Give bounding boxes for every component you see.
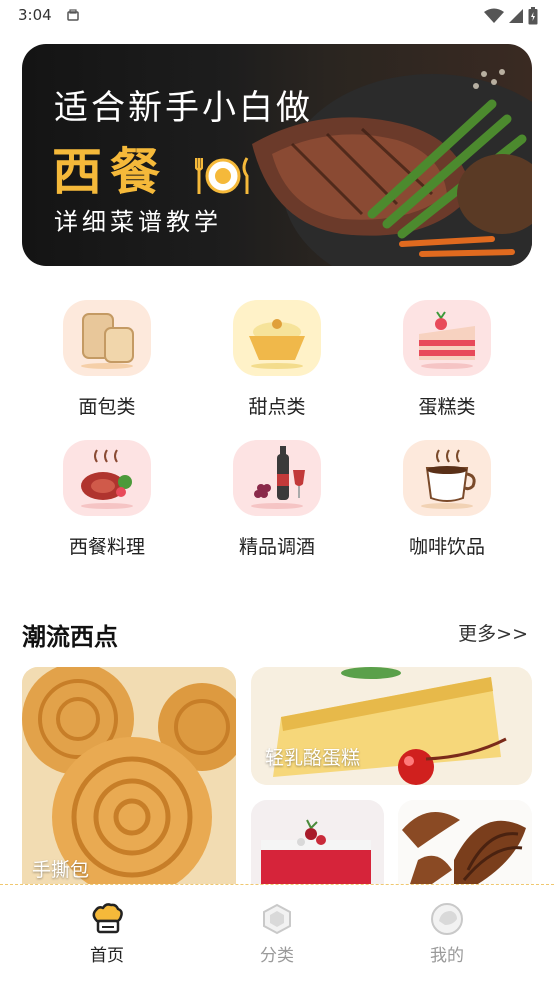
category-dessert[interactable]: 甜点类 — [192, 296, 362, 426]
more-link[interactable]: 更多>> — [458, 619, 528, 646]
tab-label: 分类 — [260, 946, 294, 966]
category-label: 咖啡饮品 — [408, 536, 485, 558]
tab-category[interactable]: 分类 — [217, 885, 337, 985]
notification-icon — [66, 8, 80, 27]
profile-icon — [431, 903, 463, 935]
wifi-icon — [484, 8, 504, 28]
category-coffee[interactable]: 咖啡饮品 — [362, 436, 532, 566]
category-western[interactable]: 西餐料理 — [22, 436, 192, 566]
card-label: 手撕包 — [32, 859, 90, 881]
bottom-tab-bar: 首页 分类 我的 — [0, 884, 554, 984]
section-header: 潮流西点 更多>> — [22, 612, 532, 652]
wine-icon — [233, 440, 321, 516]
banner-title: 西餐 — [52, 132, 251, 204]
card-croissant[interactable] — [398, 800, 532, 884]
status-bar: 3:04 — [0, 0, 554, 32]
banner-subtitle: 详细菜谱教学 — [54, 208, 222, 236]
berry-dessert-image — [251, 800, 384, 884]
card-light-cheesecake[interactable]: 轻乳酪蛋糕 — [251, 667, 532, 785]
steak-dish-image — [252, 69, 532, 266]
chef-hat-icon — [92, 903, 123, 934]
category-label: 面包类 — [78, 396, 136, 418]
battery-icon — [528, 7, 538, 29]
category-bread[interactable]: 面包类 — [22, 296, 192, 426]
section-title: 潮流西点 — [22, 623, 118, 651]
card-label: 轻乳酪蛋糕 — [265, 747, 361, 769]
card-hand-torn-bread[interactable]: 手撕包 — [22, 667, 236, 884]
promo-banner[interactable]: 适合新手小白做 西餐 详细菜谱教学 — [22, 44, 532, 266]
cake-icon — [403, 300, 491, 376]
card-berry-dessert[interactable] — [251, 800, 384, 884]
banner-headline: 适合新手小白做 — [54, 88, 313, 128]
tab-label: 我的 — [430, 946, 464, 966]
hand-torn-bread-image — [22, 667, 236, 884]
category-cube-icon — [263, 903, 291, 935]
category-label: 精品调酒 — [238, 536, 315, 558]
plate-cutlery-icon — [195, 156, 249, 194]
category-cocktail[interactable]: 精品调酒 — [192, 436, 362, 566]
category-label: 甜点类 — [248, 396, 306, 418]
tab-mine[interactable]: 我的 — [387, 885, 507, 985]
status-time: 3:04 — [18, 6, 52, 24]
bread-icon — [63, 300, 151, 376]
tab-home[interactable]: 首页 — [47, 885, 167, 985]
steak-icon — [63, 440, 151, 516]
pudding-icon — [233, 300, 321, 376]
coffee-icon — [403, 440, 491, 516]
tab-label: 首页 — [90, 946, 124, 966]
category-cake[interactable]: 蛋糕类 — [362, 296, 532, 426]
croissant-image — [398, 800, 532, 884]
category-label: 西餐料理 — [68, 536, 145, 558]
signal-icon — [508, 8, 524, 28]
category-label: 蛋糕类 — [418, 396, 476, 418]
banner-title-text: 西餐 — [52, 143, 168, 201]
